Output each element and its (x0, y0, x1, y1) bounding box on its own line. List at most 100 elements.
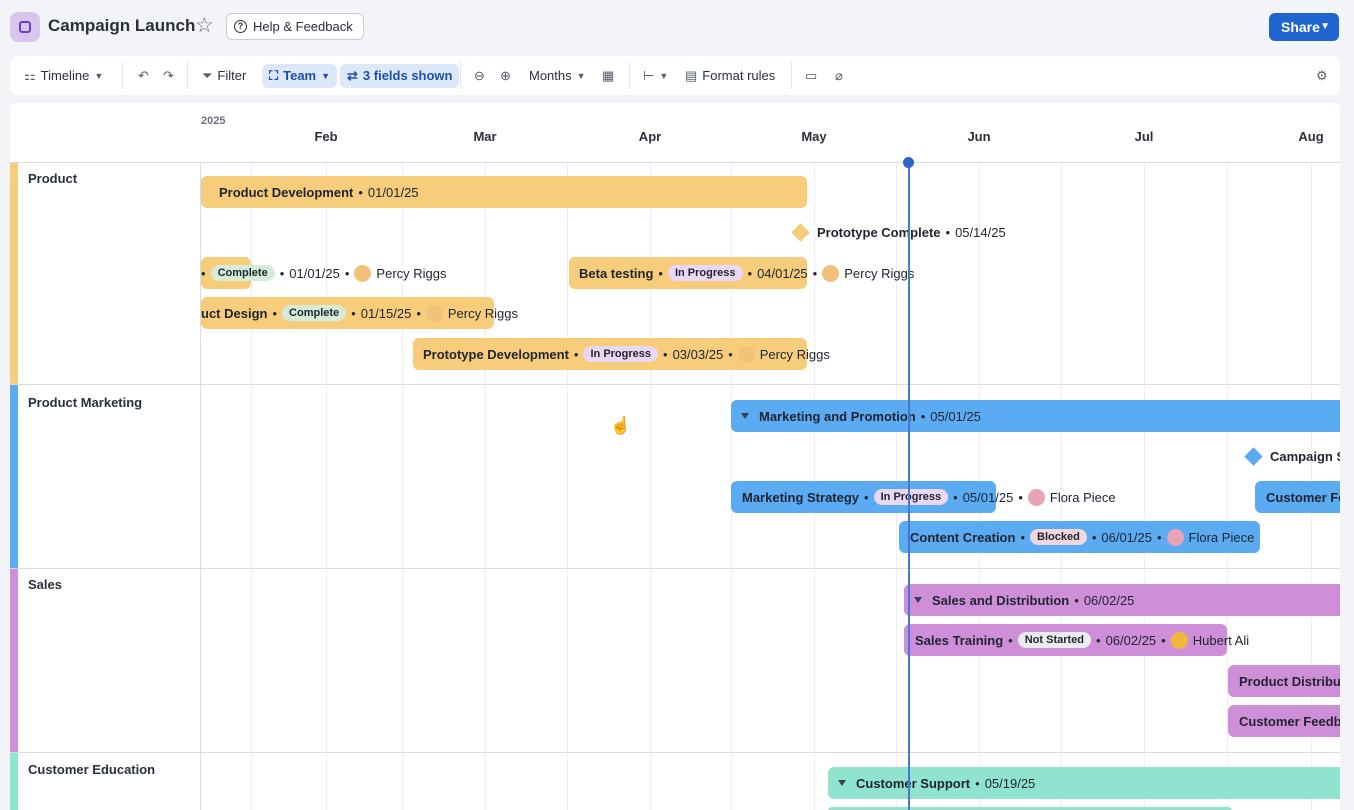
filter-button[interactable]: ⏷ Filter (198, 64, 250, 88)
month-label: Jul (1134, 129, 1154, 144)
filter-icon: ⏷ (202, 68, 213, 83)
chevron-down-icon: ▼ (321, 71, 331, 81)
assignee-name: Hubert Ali (1192, 632, 1250, 648)
timeline-label: Timeline (40, 68, 90, 83)
timeline-item-prototype-development[interactable]: Prototype Development • In Progress • 03/03/… (423, 338, 830, 370)
timeline-item-content-creation[interactable]: Content Creation • Blocked • 06/01/25 • Flora… (910, 521, 1254, 553)
month-label: May (801, 129, 827, 144)
lane-title[interactable]: Sales (28, 577, 62, 592)
item-title: Beta testing (579, 265, 654, 281)
assignee-name: Percy Riggs (447, 305, 518, 321)
month-label: Apr (638, 129, 662, 144)
fields-shown-button[interactable]: ⇄ 3 fields shown (340, 64, 460, 88)
calendar-search-icon: ▦ (602, 68, 615, 83)
avatar (1170, 631, 1188, 649)
chevron-down-icon: ▼ (94, 71, 104, 81)
comments-button[interactable]: ▭ (801, 64, 821, 88)
assignee-name: Percy Riggs (376, 265, 447, 281)
zoom-in-icon: ⊕ (500, 68, 511, 83)
item-date: 01/15/25 (360, 305, 412, 321)
today-line (908, 163, 910, 810)
item-title: Customer Feedb (1239, 713, 1340, 729)
timeline-item-customer-feedback[interactable]: Customer Fe (1266, 481, 1340, 513)
milestone-prototype-complete[interactable]: Prototype Complete • 05/14/25 (790, 216, 1006, 248)
help-feedback-button[interactable]: ? Help & Feedback (226, 13, 364, 40)
item-title: Product Development (219, 184, 354, 200)
group-by-team-button[interactable]: ⛶ Team ▼ (262, 64, 338, 88)
group-icon: ⛶ (269, 68, 279, 83)
toolbar: ⚏ Timeline ▼ ↶ ↷ ⏷ Filter ⛶ Team ▼ ⇄ 3 f… (10, 56, 1340, 95)
comment-icon: ▭ (805, 68, 818, 83)
timeline-item-customer-feedback[interactable]: Customer Feedb (1239, 705, 1340, 737)
item-date: 06/01/25 (1101, 529, 1152, 545)
attachments-button[interactable]: ⌀ (831, 64, 847, 88)
avatar (354, 264, 372, 282)
share-button[interactable]: Share ▼ (1269, 13, 1339, 41)
timeline-panel: 2025 Feb Mar Apr May Jun Jul Aug Product… (10, 103, 1340, 810)
item-title: Prototype Development (423, 346, 569, 362)
timeline-item-clipped[interactable]: • Complete • 01/01/25 • Percy Riggs (201, 257, 447, 289)
item-title: Customer Support (856, 775, 971, 791)
hand-cursor-icon: ☝ (610, 416, 632, 435)
year-label: 2025 (201, 115, 226, 127)
milestone-diamond-icon (791, 222, 810, 242)
page-title[interactable]: Campaign Launch (48, 16, 195, 36)
timeline-view-button[interactable]: ⚏ Timeline ▼ (20, 64, 107, 88)
item-date: 06/02/25 (1105, 632, 1157, 648)
status-badge: Complete (282, 305, 347, 321)
collapse-triangle-icon[interactable] (741, 413, 749, 419)
settings-button[interactable]: ⚙ (1312, 64, 1332, 88)
item-date: 05/01/25 (962, 489, 1014, 505)
item-date: 03/03/25 (672, 346, 724, 362)
item-title: Marketing and Promotion (759, 408, 916, 424)
zoom-in-button[interactable]: ⊕ (496, 64, 515, 88)
gear-icon: ⚙ (1316, 68, 1328, 83)
month-label: Mar (473, 129, 497, 144)
status-badge: In Progress (583, 346, 659, 362)
undo-button[interactable]: ↶ (134, 64, 153, 88)
lane-color-stripe (10, 163, 18, 384)
lane-title[interactable]: Product Marketing (28, 395, 142, 410)
app-icon[interactable] (10, 12, 40, 42)
format-rules-button[interactable]: ▤ Format rules (681, 64, 779, 88)
timeline-item-product-design[interactable]: uct Design • Complete • 01/15/25 • Percy Rigg… (201, 297, 518, 329)
milestone-campaign[interactable]: Campaign S (1243, 440, 1340, 472)
lane-title[interactable]: Customer Education (28, 762, 155, 777)
divider (629, 62, 630, 89)
status-badge: Blocked (1030, 529, 1087, 545)
lane-color-stripe (10, 569, 18, 752)
star-icon[interactable]: ☆ (195, 15, 214, 36)
timeline-item-beta-testing[interactable]: Beta testing • In Progress • 04/01/25 • Percy… (579, 257, 914, 289)
team-label: Team (283, 68, 317, 83)
item-title: Sales Training (915, 632, 1004, 648)
timeline-item-product-distribution[interactable]: Product Distribut (1239, 665, 1340, 697)
timeline-group-sales-and-distribution[interactable]: Sales and Distribution • 06/02/25 (910, 584, 1134, 616)
assignee-name: Flora Piece (1049, 489, 1116, 505)
timeline-item-product-development[interactable]: Product Development • 01/01/25 (219, 176, 419, 208)
item-title: uct Design (201, 305, 268, 321)
zoom-out-button[interactable]: ⊖ (470, 64, 489, 88)
timeline-item-marketing-strategy[interactable]: Marketing Strategy • In Progress • 05/01/25 •… (742, 481, 1116, 513)
chevron-down-icon: ▼ (1320, 21, 1330, 32)
collapse-triangle-icon[interactable] (838, 780, 846, 786)
redo-button[interactable]: ↷ (159, 64, 178, 88)
item-title: Marketing Strategy (742, 489, 860, 505)
item-date: 05/19/25 (984, 775, 1036, 791)
item-date: 01/01/25 (289, 265, 340, 281)
jump-to-date-button[interactable]: ▦ (598, 64, 618, 88)
lane-title[interactable]: Product (28, 171, 77, 186)
item-title: Sales and Distribution (932, 592, 1070, 608)
timeline-icon: ⚏ (24, 68, 36, 83)
format-rules-label: Format rules (702, 68, 776, 83)
dependencies-button[interactable]: ⊢ ▼ (639, 64, 672, 88)
lane-color-stripe (10, 753, 18, 810)
timeline-group-marketing-and-promotion[interactable]: Marketing and Promotion • 05/01/25 (737, 400, 981, 432)
item-date: 05/14/25 (955, 224, 1006, 240)
timeline-item-sales-training[interactable]: Sales Training • Not Started • 06/02/25 • Hub… (915, 624, 1249, 656)
today-marker (903, 157, 914, 168)
avatar (425, 304, 443, 322)
collapse-triangle-icon[interactable] (914, 597, 922, 603)
app-header: Campaign Launch ☆ ? Help & Feedback Shar… (0, 0, 1354, 54)
timeline-group-customer-support[interactable]: Customer Support • 05/19/25 (834, 767, 1035, 799)
time-scale-dropdown[interactable]: Months ▼ (525, 64, 590, 88)
